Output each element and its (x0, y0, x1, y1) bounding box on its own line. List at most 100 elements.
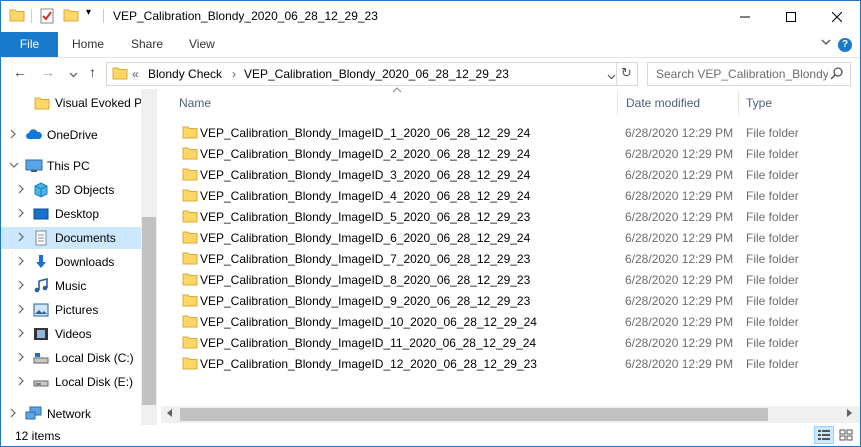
sidebar-item-network[interactable]: Network (1, 403, 141, 425)
sidebar-scrollbar-thumb[interactable] (142, 217, 156, 405)
tab-file[interactable]: File (1, 32, 58, 57)
horizontal-scrollbar-thumb[interactable] (180, 408, 768, 421)
sidebar-item-local-disk-c[interactable]: Local Disk (C:) (1, 347, 141, 369)
file-name[interactable]: VEP_Calibration_Blondy_ImageID_3_2020_06… (200, 168, 530, 182)
search-icon[interactable] (830, 66, 844, 83)
column-divider[interactable] (738, 91, 739, 115)
sidebar-item-local-disk-e[interactable]: Local Disk (E:) (1, 371, 141, 393)
file-row[interactable]: VEP_Calibration_Blondy_ImageID_1_2020_06… (176, 122, 806, 143)
file-row[interactable]: VEP_Calibration_Blondy_ImageID_9_2020_06… (176, 290, 806, 311)
horizontal-scrollbar[interactable] (161, 406, 860, 423)
breadcrumb-overflow[interactable]: « (132, 67, 139, 81)
close-button[interactable] (814, 1, 860, 32)
sidebar-item-documents[interactable]: Documents (1, 227, 141, 249)
file-name[interactable]: VEP_Calibration_Blondy_ImageID_7_2020_06… (200, 252, 530, 266)
expand-chevron-icon[interactable] (17, 280, 25, 293)
file-name[interactable]: VEP_Calibration_Blondy_ImageID_9_2020_06… (200, 294, 530, 308)
sidebar-item-videos[interactable]: Videos (1, 323, 141, 345)
file-row[interactable]: VEP_Calibration_Blondy_ImageID_12_2020_0… (176, 353, 806, 374)
expand-chevron-icon[interactable] (17, 352, 25, 365)
title-bar: ▾ VEP_Calibration_Blondy_2020_06_28_12_2… (1, 1, 860, 32)
column-header-date[interactable]: Date modified (626, 89, 700, 117)
search-box[interactable]: Search VEP_Calibration_Blondy_2020_06_28… (647, 62, 851, 86)
file-row[interactable]: VEP_Calibration_Blondy_ImageID_5_2020_06… (176, 206, 806, 227)
column-header-name[interactable]: Name (179, 89, 211, 117)
properties-icon[interactable] (39, 8, 55, 27)
details-view-button[interactable] (814, 426, 834, 444)
file-row[interactable]: VEP_Calibration_Blondy_ImageID_8_2020_06… (176, 269, 806, 290)
file-row[interactable]: VEP_Calibration_Blondy_ImageID_7_2020_06… (176, 248, 806, 269)
sidebar-item-downloads[interactable]: Downloads (1, 251, 141, 273)
file-row[interactable]: VEP_Calibration_Blondy_ImageID_11_2020_0… (176, 332, 806, 353)
up-button[interactable]: ↑ (89, 64, 96, 80)
file-row[interactable]: VEP_Calibration_Blondy_ImageID_10_2020_0… (176, 311, 806, 332)
recent-locations-icon[interactable] (69, 66, 78, 82)
file-name[interactable]: VEP_Calibration_Blondy_ImageID_12_2020_0… (200, 357, 537, 371)
search-input[interactable]: Search VEP_Calibration_Blondy_2020_06_28… (656, 67, 828, 81)
expand-ribbon-icon[interactable] (821, 37, 831, 50)
file-row[interactable]: VEP_Calibration_Blondy_ImageID_4_2020_06… (176, 185, 806, 206)
breadcrumb-separator[interactable]: › (232, 67, 236, 81)
file-row[interactable]: VEP_Calibration_Blondy_ImageID_3_2020_06… (176, 164, 806, 185)
refresh-icon[interactable]: ↻ (621, 65, 632, 81)
expand-chevron-icon[interactable] (17, 304, 25, 317)
folder-icon (9, 8, 25, 25)
address-dropdown-icon[interactable] (607, 70, 616, 84)
local-disk-icon (33, 374, 49, 390)
folder-icon (182, 251, 198, 268)
sidebar-item-this-pc[interactable]: This PC (1, 155, 141, 177)
expand-chevron-icon[interactable] (17, 376, 25, 389)
column-divider[interactable] (617, 91, 618, 115)
3d-objects-icon (33, 182, 49, 198)
expand-chevron-icon[interactable] (9, 129, 17, 142)
toolbar-divider (31, 9, 32, 23)
new-folder-icon[interactable] (63, 8, 79, 25)
scroll-left-icon[interactable] (166, 408, 173, 420)
expand-chevron-icon[interactable] (17, 232, 25, 245)
file-row[interactable]: VEP_Calibration_Blondy_ImageID_2_2020_06… (176, 143, 806, 164)
expand-chevron-icon[interactable] (17, 208, 25, 221)
customize-qat-icon[interactable]: ▾ (86, 7, 91, 18)
file-name[interactable]: VEP_Calibration_Blondy_ImageID_6_2020_06… (200, 231, 530, 245)
tab-share[interactable]: Share (131, 32, 163, 57)
sidebar-item-desktop[interactable]: Desktop (1, 203, 141, 225)
tab-home[interactable]: Home (72, 32, 104, 57)
column-header-type[interactable]: Type (746, 89, 772, 117)
expand-chevron-icon[interactable] (17, 328, 25, 341)
sidebar-item-music[interactable]: Music (1, 275, 141, 297)
collapse-chevron-icon[interactable] (9, 160, 19, 173)
file-list: Name Date modified Type VEP_Calibration_… (161, 87, 860, 425)
sidebar-item-label: Music (55, 279, 87, 293)
sidebar-item-3d-objects[interactable]: 3D Objects (1, 179, 141, 201)
file-name[interactable]: VEP_Calibration_Blondy_ImageID_8_2020_06… (200, 273, 530, 287)
address-bar[interactable]: « Blondy Check › VEP_Calibration_Blondy_… (106, 62, 638, 86)
maximize-button[interactable] (768, 1, 814, 32)
file-name[interactable]: VEP_Calibration_Blondy_ImageID_10_2020_0… (200, 315, 537, 329)
downloads-icon (33, 254, 49, 270)
expand-chevron-icon[interactable] (17, 184, 25, 197)
large-icons-view-button[interactable] (836, 426, 856, 444)
file-type: File folder (746, 252, 799, 266)
expand-chevron-icon[interactable] (17, 256, 25, 269)
scroll-right-icon[interactable] (846, 408, 853, 420)
sidebar-item-onedrive[interactable]: OneDrive (1, 124, 141, 146)
file-type: File folder (746, 357, 799, 371)
back-button[interactable]: ← (13, 64, 27, 80)
sidebar-item-pictures[interactable]: Pictures (1, 299, 141, 321)
file-name[interactable]: VEP_Calibration_Blondy_ImageID_4_2020_06… (200, 189, 530, 203)
file-date-modified: 6/28/2020 12:29 PM (625, 357, 734, 371)
sidebar-item-visual-evoked[interactable]: Visual Evoked Potentials (1, 92, 141, 114)
tab-view[interactable]: View (189, 32, 215, 57)
help-icon[interactable]: ? (838, 38, 852, 52)
file-name[interactable]: VEP_Calibration_Blondy_ImageID_11_2020_0… (200, 336, 536, 350)
forward-button[interactable]: → (41, 64, 55, 80)
file-date-modified: 6/28/2020 12:29 PM (625, 336, 734, 350)
minimize-button[interactable] (722, 1, 768, 32)
file-row[interactable]: VEP_Calibration_Blondy_ImageID_6_2020_06… (176, 227, 806, 248)
file-name[interactable]: VEP_Calibration_Blondy_ImageID_2_2020_06… (200, 147, 530, 161)
breadcrumb-item[interactable]: VEP_Calibration_Blondy_2020_06_28_12_29_… (244, 67, 509, 81)
breadcrumb-item[interactable]: Blondy Check (148, 67, 222, 81)
file-name[interactable]: VEP_Calibration_Blondy_ImageID_1_2020_06… (200, 126, 530, 140)
file-name[interactable]: VEP_Calibration_Blondy_ImageID_5_2020_06… (200, 210, 530, 224)
expand-chevron-icon[interactable] (9, 408, 17, 421)
